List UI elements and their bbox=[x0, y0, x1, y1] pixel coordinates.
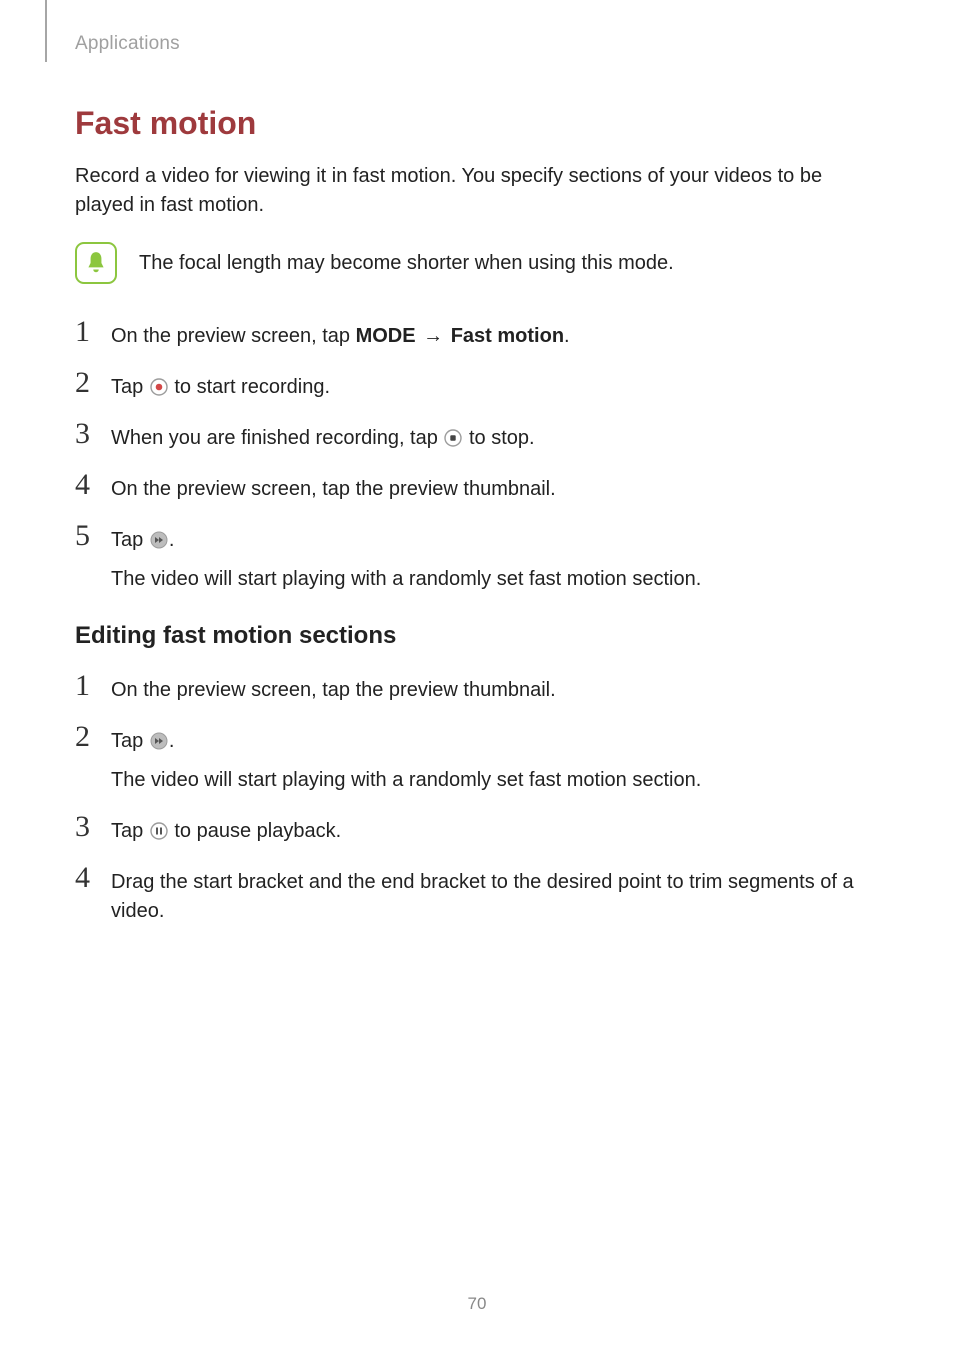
stop-icon bbox=[444, 429, 462, 447]
step-item: 2 Tap to start recording. bbox=[75, 371, 875, 402]
step-text: Drag the start bracket and the end brack… bbox=[111, 866, 875, 926]
subheading: Editing fast motion sections bbox=[75, 622, 875, 650]
record-icon bbox=[150, 378, 168, 396]
step-number: 3 bbox=[75, 812, 97, 842]
step-text: When you are finished recording, tap to … bbox=[111, 422, 875, 453]
step-item: 4 On the preview screen, tap the preview… bbox=[75, 473, 875, 504]
step-item: 3 Tap to pause playback. bbox=[75, 815, 875, 846]
breadcrumb: Applications bbox=[75, 33, 180, 55]
step-number: 4 bbox=[75, 863, 97, 893]
play-speed-icon bbox=[150, 732, 168, 750]
step-item: 1 On the preview screen, tap MODE → Fast… bbox=[75, 320, 875, 351]
play-speed-icon bbox=[150, 531, 168, 549]
header-rule bbox=[45, 0, 47, 62]
intro-paragraph: Record a video for viewing it in fast mo… bbox=[75, 162, 875, 220]
note-callout: The focal length may become shorter when… bbox=[75, 242, 875, 284]
step-text: On the preview screen, tap the preview t… bbox=[111, 473, 875, 504]
step-subtext: The video will start playing with a rand… bbox=[111, 766, 875, 795]
page-number: 70 bbox=[0, 1294, 954, 1314]
step-item: 2 Tap . The video will start playing wit… bbox=[75, 725, 875, 795]
step-item: 5 Tap . The video will start playing wit… bbox=[75, 524, 875, 594]
page-content: Fast motion Record a video for viewing i… bbox=[75, 105, 875, 946]
step-number: 2 bbox=[75, 722, 97, 752]
step-text: Tap to start recording. bbox=[111, 371, 875, 402]
step-number: 2 bbox=[75, 368, 97, 398]
step-item: 3 When you are finished recording, tap t… bbox=[75, 422, 875, 453]
arrow-right-icon: → bbox=[418, 325, 449, 347]
step-number: 1 bbox=[75, 671, 97, 701]
step-text: Tap . The video will start playing with … bbox=[111, 524, 875, 594]
mode-label: MODE bbox=[356, 325, 416, 347]
section-title: Fast motion bbox=[75, 105, 875, 142]
fast-motion-label: Fast motion bbox=[451, 325, 564, 347]
note-text: The focal length may become shorter when… bbox=[139, 249, 674, 278]
pause-icon bbox=[150, 822, 168, 840]
step-text: On the preview screen, tap the preview t… bbox=[111, 674, 875, 705]
bell-icon bbox=[75, 242, 117, 284]
steps-list-b: 1 On the preview screen, tap the preview… bbox=[75, 674, 875, 926]
step-text: Tap . The video will start playing with … bbox=[111, 725, 875, 795]
step-number: 1 bbox=[75, 317, 97, 347]
step-text: Tap to pause playback. bbox=[111, 815, 875, 846]
step-item: 4 Drag the start bracket and the end bra… bbox=[75, 866, 875, 926]
step-text: On the preview screen, tap MODE → Fast m… bbox=[111, 320, 875, 351]
step-item: 1 On the preview screen, tap the preview… bbox=[75, 674, 875, 705]
step-number: 5 bbox=[75, 521, 97, 551]
step-number: 3 bbox=[75, 419, 97, 449]
step-number: 4 bbox=[75, 470, 97, 500]
step-subtext: The video will start playing with a rand… bbox=[111, 565, 875, 594]
steps-list-a: 1 On the preview screen, tap MODE → Fast… bbox=[75, 320, 875, 594]
